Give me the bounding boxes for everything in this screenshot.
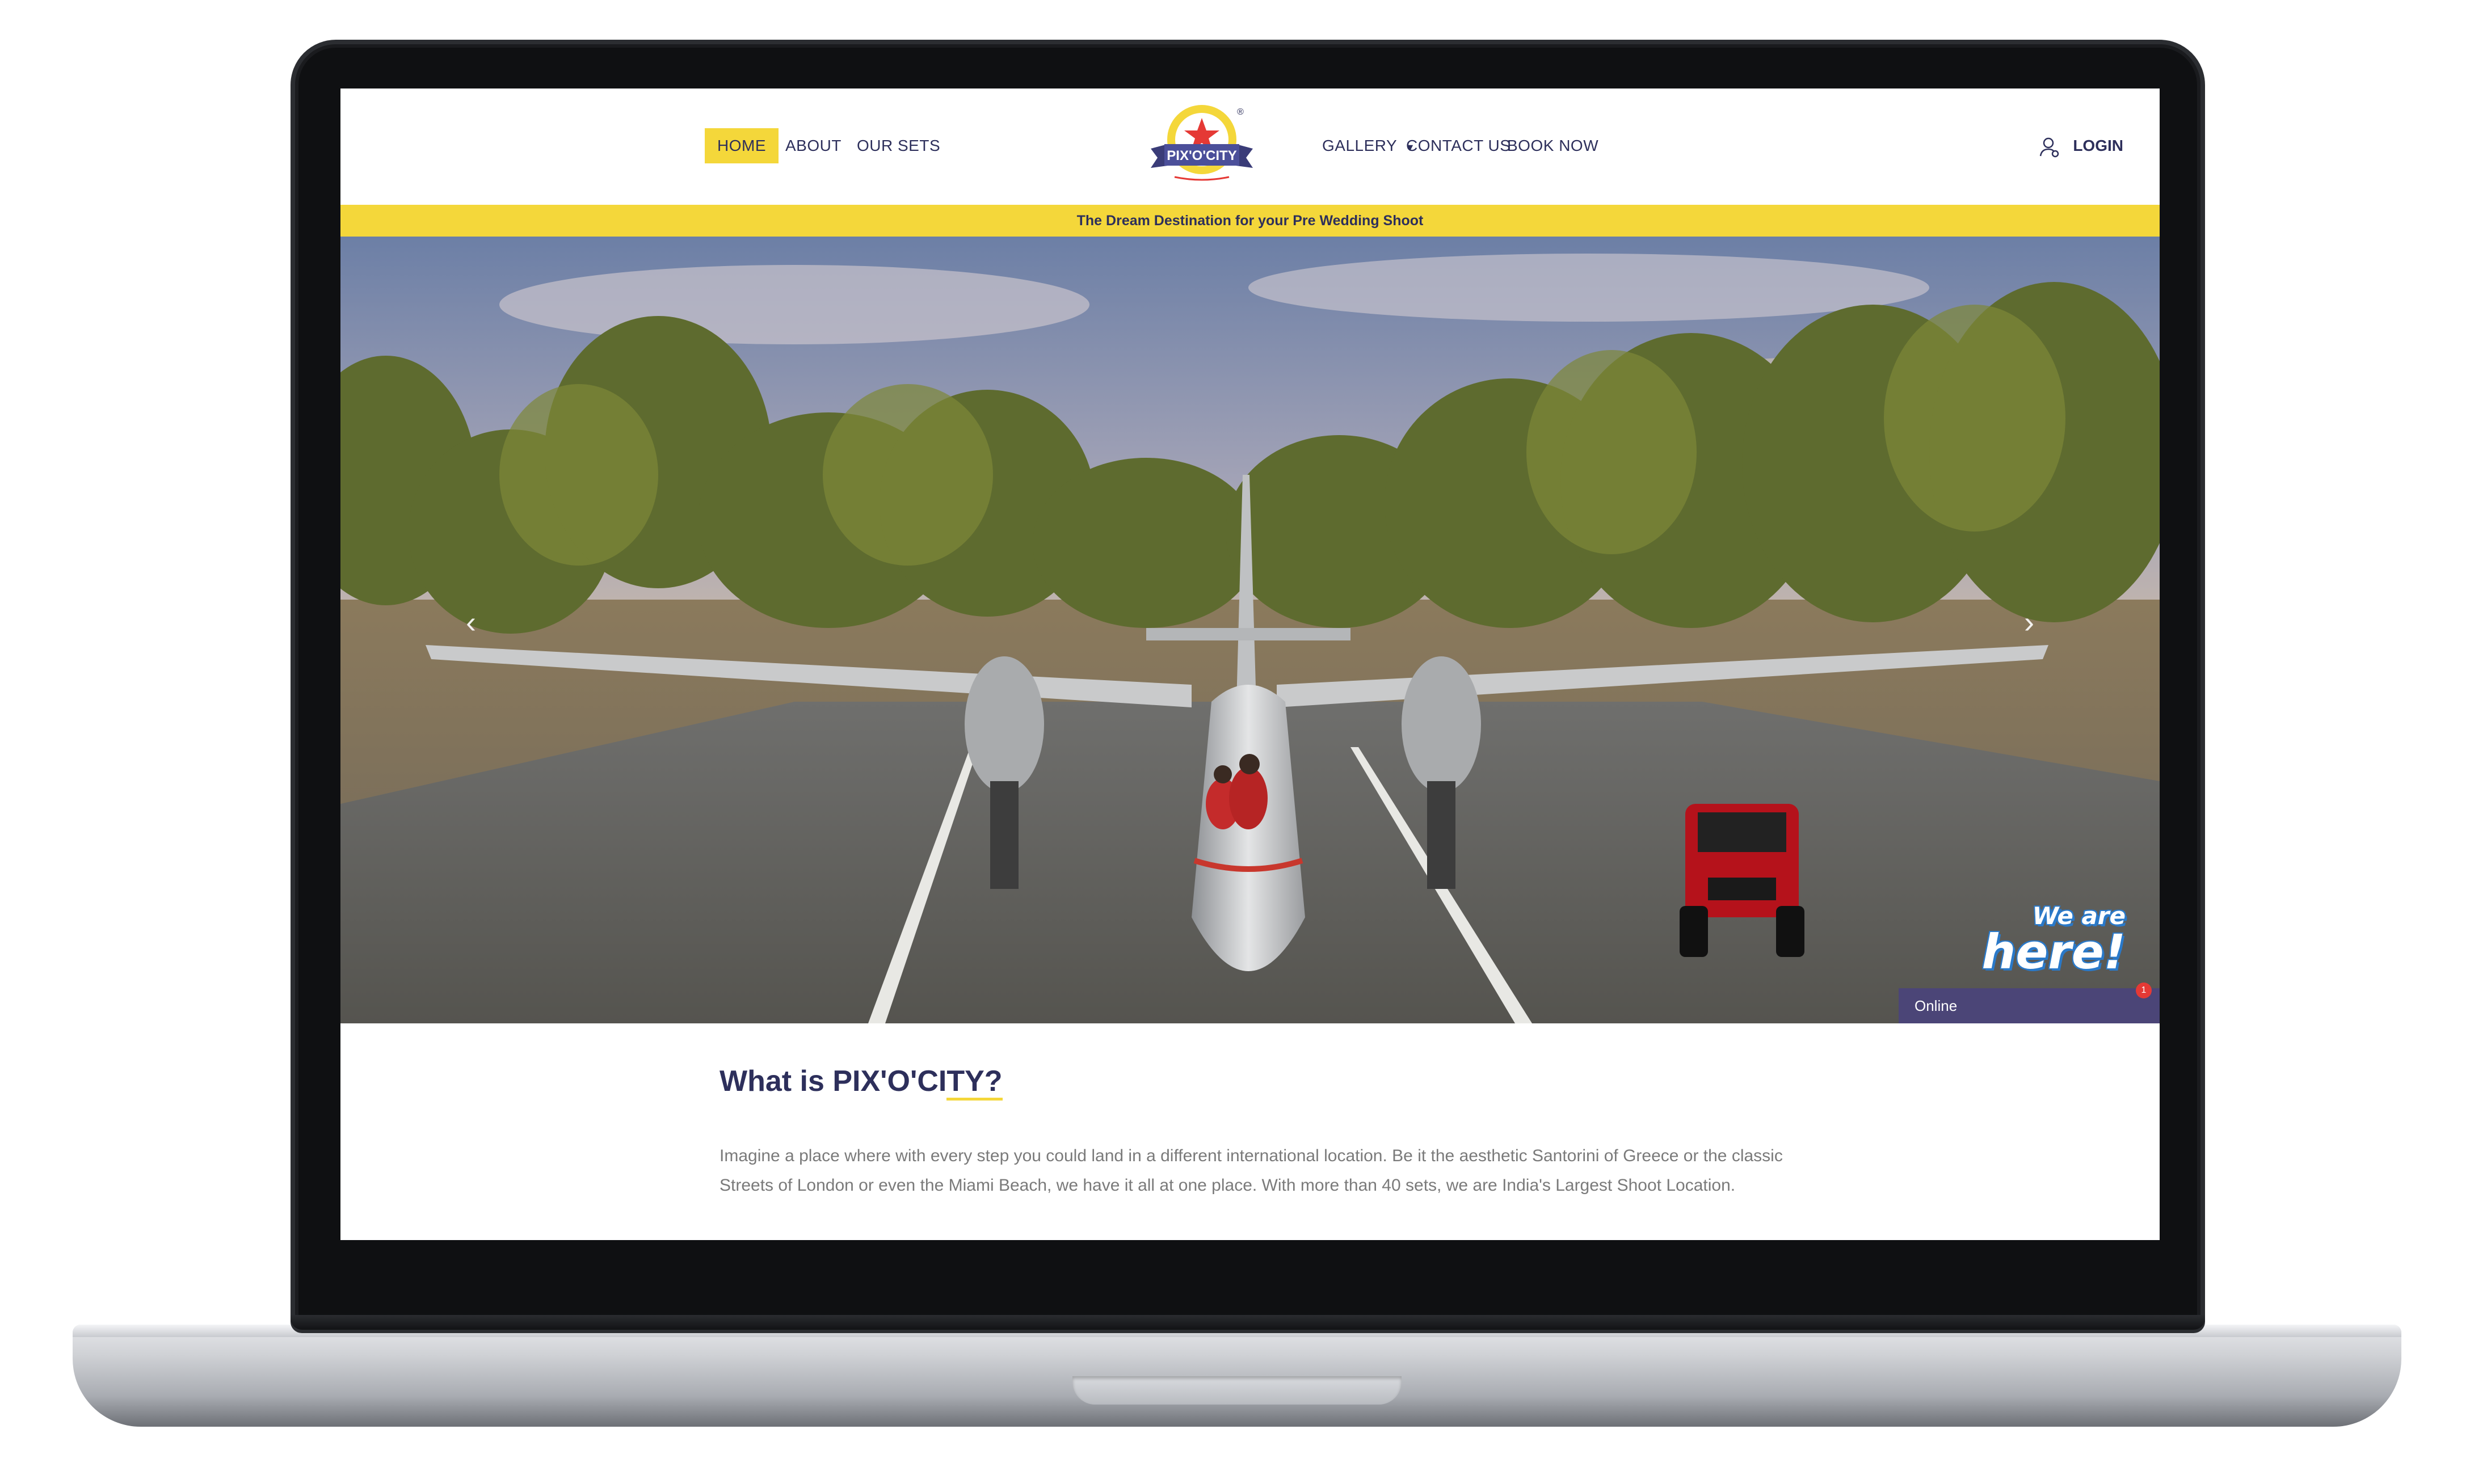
chat-title: We are here! (1982, 904, 2126, 976)
browser-screen: HOME ABOUT OUR SETS PIX'O'CITY ® GALLERY… (340, 88, 2160, 1240)
about-section: What is PIX'O'CITY? Imagine a place wher… (720, 1064, 1798, 1200)
carousel-next-arrow[interactable]: › (2012, 600, 2046, 645)
hero-carousel: ‹ › We are here! Online 1 (340, 237, 2160, 1023)
login-label: LOGIN (2073, 137, 2123, 154)
svg-text:PIX'O'CITY: PIX'O'CITY (1167, 148, 1236, 163)
about-heading-highlight: TY? (946, 1065, 1003, 1101)
site-logo[interactable]: PIX'O'CITY ® (1145, 99, 1259, 189)
about-body: Imagine a place where with every step yo… (720, 1146, 1783, 1195)
chat-unread-badge: 1 (2136, 983, 2152, 998)
site-header: HOME ABOUT OUR SETS PIX'O'CITY ® GALLERY… (340, 88, 2160, 205)
login-link[interactable]: LOGIN (2038, 128, 2123, 163)
laptop-hinge (291, 1315, 2205, 1330)
nav-home[interactable]: HOME (705, 128, 779, 163)
nav-gallery-label: GALLERY (1322, 137, 1397, 154)
laptop-notch (1072, 1376, 1402, 1405)
about-heading: What is PIX'O'CITY? (720, 1064, 1798, 1101)
carousel-prev-arrow[interactable]: ‹ (454, 600, 488, 645)
laptop-base (73, 1325, 2401, 1427)
chat-status-label: Online (1915, 997, 1958, 1014)
hero-image (340, 237, 2160, 1023)
chat-status-bar[interactable]: Online 1 (1899, 983, 2160, 1023)
user-icon (2039, 137, 2059, 157)
tagline-ribbon: The Dream Destination for your Pre Weddi… (340, 205, 2160, 237)
nav-about[interactable]: ABOUT (773, 128, 854, 163)
logo-mark-icon: PIX'O'CITY ® (1151, 105, 1253, 181)
about-heading-text: What is PIX'O'CI (720, 1065, 947, 1098)
svg-text:®: ® (1237, 107, 1244, 117)
nav-our-sets[interactable]: OUR SETS (844, 128, 953, 163)
chat-widget[interactable]: We are here! Online 1 (1899, 904, 2160, 1023)
chat-title-line2: here! (1981, 924, 2126, 980)
nav-book-now[interactable]: BOOK NOW (1495, 128, 1611, 163)
